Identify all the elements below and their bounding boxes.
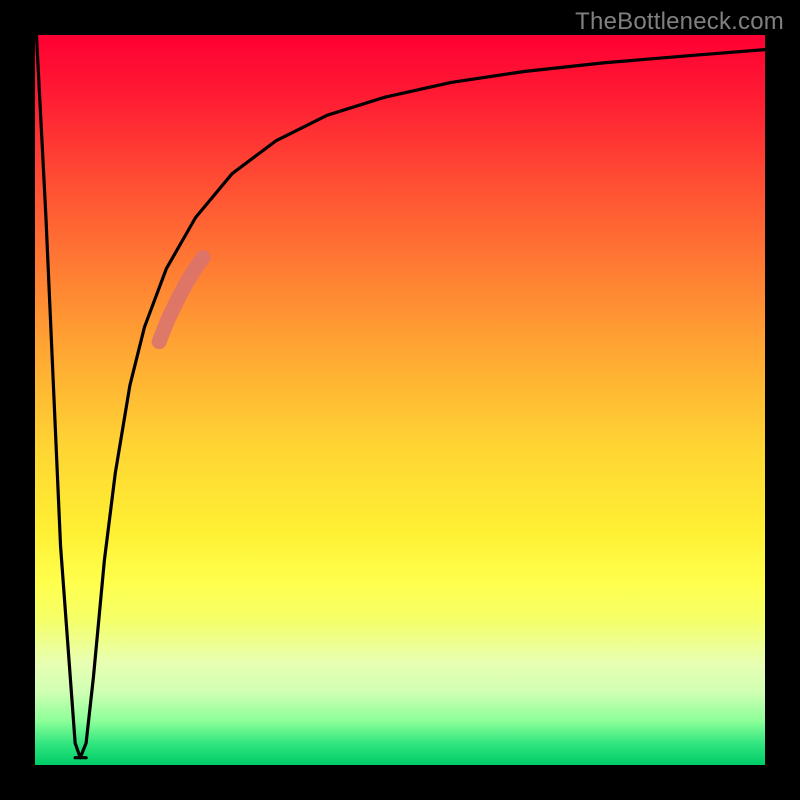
attribution-text: TheBottleneck.com xyxy=(575,8,784,36)
bottleneck-curve xyxy=(36,35,765,758)
curve-layer xyxy=(35,35,765,765)
chart-frame: TheBottleneck.com xyxy=(0,0,800,800)
plot-area xyxy=(35,35,765,765)
